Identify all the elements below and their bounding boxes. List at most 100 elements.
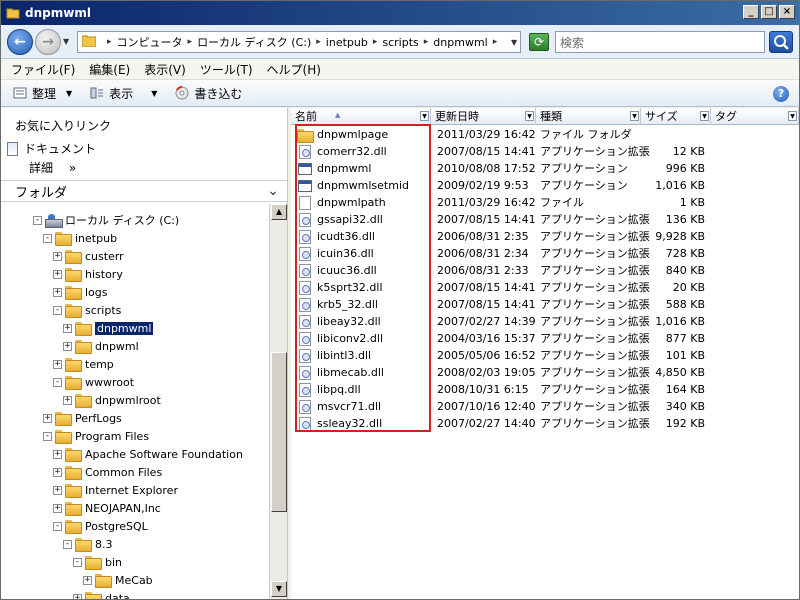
expand-icon[interactable]: + (53, 269, 62, 279)
file-row[interactable]: libiconv2.dll 2004/03/16 15:37 アプリケーション拡張 8… (291, 330, 799, 347)
expand-icon[interactable]: + (53, 359, 62, 369)
chevron-down-icon[interactable]: ▼ (700, 111, 709, 121)
expand-icon[interactable]: + (53, 287, 62, 297)
search-button[interactable] (769, 31, 793, 53)
breadcrumb-local-disk[interactable]: ローカル ディスク (C:) (197, 34, 311, 50)
tree-node[interactable]: + NEOJAPAN,Inc (53, 499, 161, 517)
tree-node[interactable]: + custerr (53, 247, 124, 265)
tree-node[interactable]: + PerfLogs (43, 409, 122, 427)
column-header-date[interactable]: 更新日時 ▼ (431, 108, 536, 125)
address-history-dropdown[interactable]: ▼ (511, 38, 517, 47)
breadcrumb-dnpmwml[interactable]: dnpmwml (433, 36, 487, 49)
tree-node[interactable]: - Program Files (43, 427, 149, 445)
file-row[interactable]: krb5_32.dll 2007/08/15 14:41 アプリケーション拡張 588… (291, 296, 799, 313)
expand-icon[interactable]: + (43, 413, 52, 423)
scroll-down-button[interactable]: ▼ (271, 581, 287, 597)
tree-node[interactable]: + Apache Software Foundation (53, 445, 243, 463)
file-row[interactable]: libpq.dll 2008/10/31 6:15 アプリケーション拡張 164 KB (291, 381, 799, 398)
expand-icon[interactable]: + (53, 503, 62, 513)
recent-pages-dropdown[interactable]: ▼ (63, 37, 69, 46)
tree-node[interactable]: + dnpwmlroot (63, 391, 161, 409)
expand-icon[interactable]: + (53, 449, 62, 459)
close-button[interactable]: × (779, 5, 795, 19)
maximize-button[interactable]: □ (761, 5, 777, 19)
menu-file[interactable]: ファイル(F) (11, 61, 83, 78)
file-row[interactable]: msvcr71.dll 2007/10/16 12:40 アプリケーション拡張 340… (291, 398, 799, 415)
expand-icon[interactable]: + (53, 251, 62, 261)
expand-icon[interactable]: + (53, 485, 62, 495)
tree-node[interactable]: + dnpmwml (63, 319, 154, 337)
title-bar[interactable]: dnpmwml _ □ × (1, 1, 799, 25)
collapse-icon[interactable]: - (43, 233, 52, 243)
favorite-link-documents[interactable]: ドキュメント (7, 140, 96, 157)
file-row[interactable]: libmecab.dll 2008/02/03 19:05 アプリケーション拡張 4,… (291, 364, 799, 381)
collapse-icon[interactable]: - (53, 305, 62, 315)
forward-button[interactable]: → (35, 29, 61, 55)
file-row[interactable]: icuuc36.dll 2006/08/31 2:33 アプリケーション拡張 840 … (291, 262, 799, 279)
burn-button[interactable]: 書き込む (175, 85, 242, 102)
file-row[interactable]: icuin36.dll 2006/08/31 2:34 アプリケーション拡張 728 … (291, 245, 799, 262)
expand-icon[interactable]: + (73, 593, 82, 599)
file-row[interactable]: libeay32.dll 2007/02/27 14:39 アプリケーション拡張 1,… (291, 313, 799, 330)
column-header-type[interactable]: 種類 ▼ (536, 108, 641, 125)
breadcrumb-separator[interactable]: ▸ (102, 37, 117, 47)
file-row[interactable]: icudt36.dll 2006/08/31 2:35 アプリケーション拡張 9,92… (291, 228, 799, 245)
folders-header[interactable]: フォルダ ⌄ (1, 180, 287, 202)
breadcrumb-inetpub[interactable]: inetpub (326, 36, 368, 49)
expand-icon[interactable]: + (83, 575, 92, 585)
tree-node[interactable]: + history (53, 265, 123, 283)
views-button[interactable]: 表示 ▼ (90, 85, 157, 102)
collapse-icon[interactable]: - (33, 215, 42, 225)
collapse-icon[interactable]: - (53, 521, 62, 531)
tree-node[interactable]: - ローカル ディスク (C:) (33, 211, 179, 229)
file-row[interactable]: ssleay32.dll 2007/02/27 14:40 アプリケーション拡張 19… (291, 415, 799, 432)
breadcrumb-separator[interactable]: ▸ (488, 37, 503, 47)
help-button[interactable]: ? (773, 86, 789, 102)
breadcrumb-separator[interactable]: ▸ (419, 37, 434, 47)
minimize-button[interactable]: _ (743, 5, 759, 19)
file-row[interactable]: gssapi32.dll 2007/08/15 14:41 アプリケーション拡張 13… (291, 211, 799, 228)
menu-view[interactable]: 表示(V) (144, 61, 194, 78)
tree-node[interactable]: - scripts (53, 301, 121, 319)
breadcrumb-separator[interactable]: ▸ (183, 37, 198, 47)
scroll-thumb[interactable] (271, 352, 287, 512)
file-row[interactable]: libintl3.dll 2005/05/06 16:52 アプリケーション拡張 10… (291, 347, 799, 364)
chevron-down-icon[interactable]: ▼ (630, 111, 639, 121)
refresh-button[interactable]: ⟳ (529, 33, 549, 51)
scroll-up-button[interactable]: ▲ (271, 204, 287, 220)
expand-icon[interactable]: + (63, 323, 72, 333)
expand-icon[interactable]: + (53, 467, 62, 477)
column-header-tags[interactable]: タグ ▼ (711, 108, 799, 125)
file-row[interactable]: dnpmwmlsetmid 2009/02/19 9:53 アプリケーション 1,01… (291, 177, 799, 194)
organize-button[interactable]: 整理 ▼ (13, 85, 72, 102)
menu-edit[interactable]: 編集(E) (89, 61, 138, 78)
collapse-icon[interactable]: - (43, 431, 52, 441)
tree-node[interactable]: - bin (73, 553, 122, 571)
breadcrumb-computer[interactable]: コンピュータ (117, 34, 183, 50)
chevron-down-icon[interactable]: ▼ (788, 111, 797, 121)
tree-node[interactable]: - wwwroot (53, 373, 134, 391)
tree-scrollbar[interactable]: ▲ ▼ (269, 204, 287, 599)
tree-node[interactable]: + Common Files (53, 463, 162, 481)
tree-node[interactable]: - 8.3 (63, 535, 113, 553)
address-input[interactable]: ▸ コンピュータ ▸ ローカル ディスク (C:) ▸ inetpub ▸ sc… (77, 31, 521, 53)
file-row[interactable]: dnpwmlpath 2011/03/29 16:42 ファイル 1 KB (291, 194, 799, 211)
menu-tools[interactable]: ツール(T) (200, 61, 261, 78)
tree-node[interactable]: + temp (53, 355, 114, 373)
details-more-link[interactable]: 詳細 » (29, 159, 76, 176)
file-row[interactable]: k5sprt32.dll 2007/08/15 14:41 アプリケーション拡張 20… (291, 279, 799, 296)
collapse-icon[interactable]: - (53, 377, 62, 387)
tree-node[interactable]: + MeCab (83, 571, 153, 589)
file-row[interactable]: dnpwmlpage 2011/03/29 16:42 ファイル フォルダ (291, 126, 799, 143)
back-button[interactable]: ← (7, 29, 33, 55)
column-header-name[interactable]: 名前 ▲ ▼ (291, 108, 431, 125)
file-row[interactable]: dnpmwml 2010/08/08 17:52 アプリケーション 996 KB (291, 160, 799, 177)
tree-node[interactable]: - inetpub (43, 229, 117, 247)
breadcrumb-separator[interactable]: ▸ (368, 37, 383, 47)
tree-node[interactable]: + Internet Explorer (53, 481, 178, 499)
breadcrumb-scripts[interactable]: scripts (382, 36, 418, 49)
chevron-down-icon[interactable]: ▼ (525, 111, 534, 121)
tree-node[interactable]: + logs (53, 283, 108, 301)
tree-node[interactable]: + dnpwml (63, 337, 139, 355)
collapse-icon[interactable]: - (63, 539, 72, 549)
